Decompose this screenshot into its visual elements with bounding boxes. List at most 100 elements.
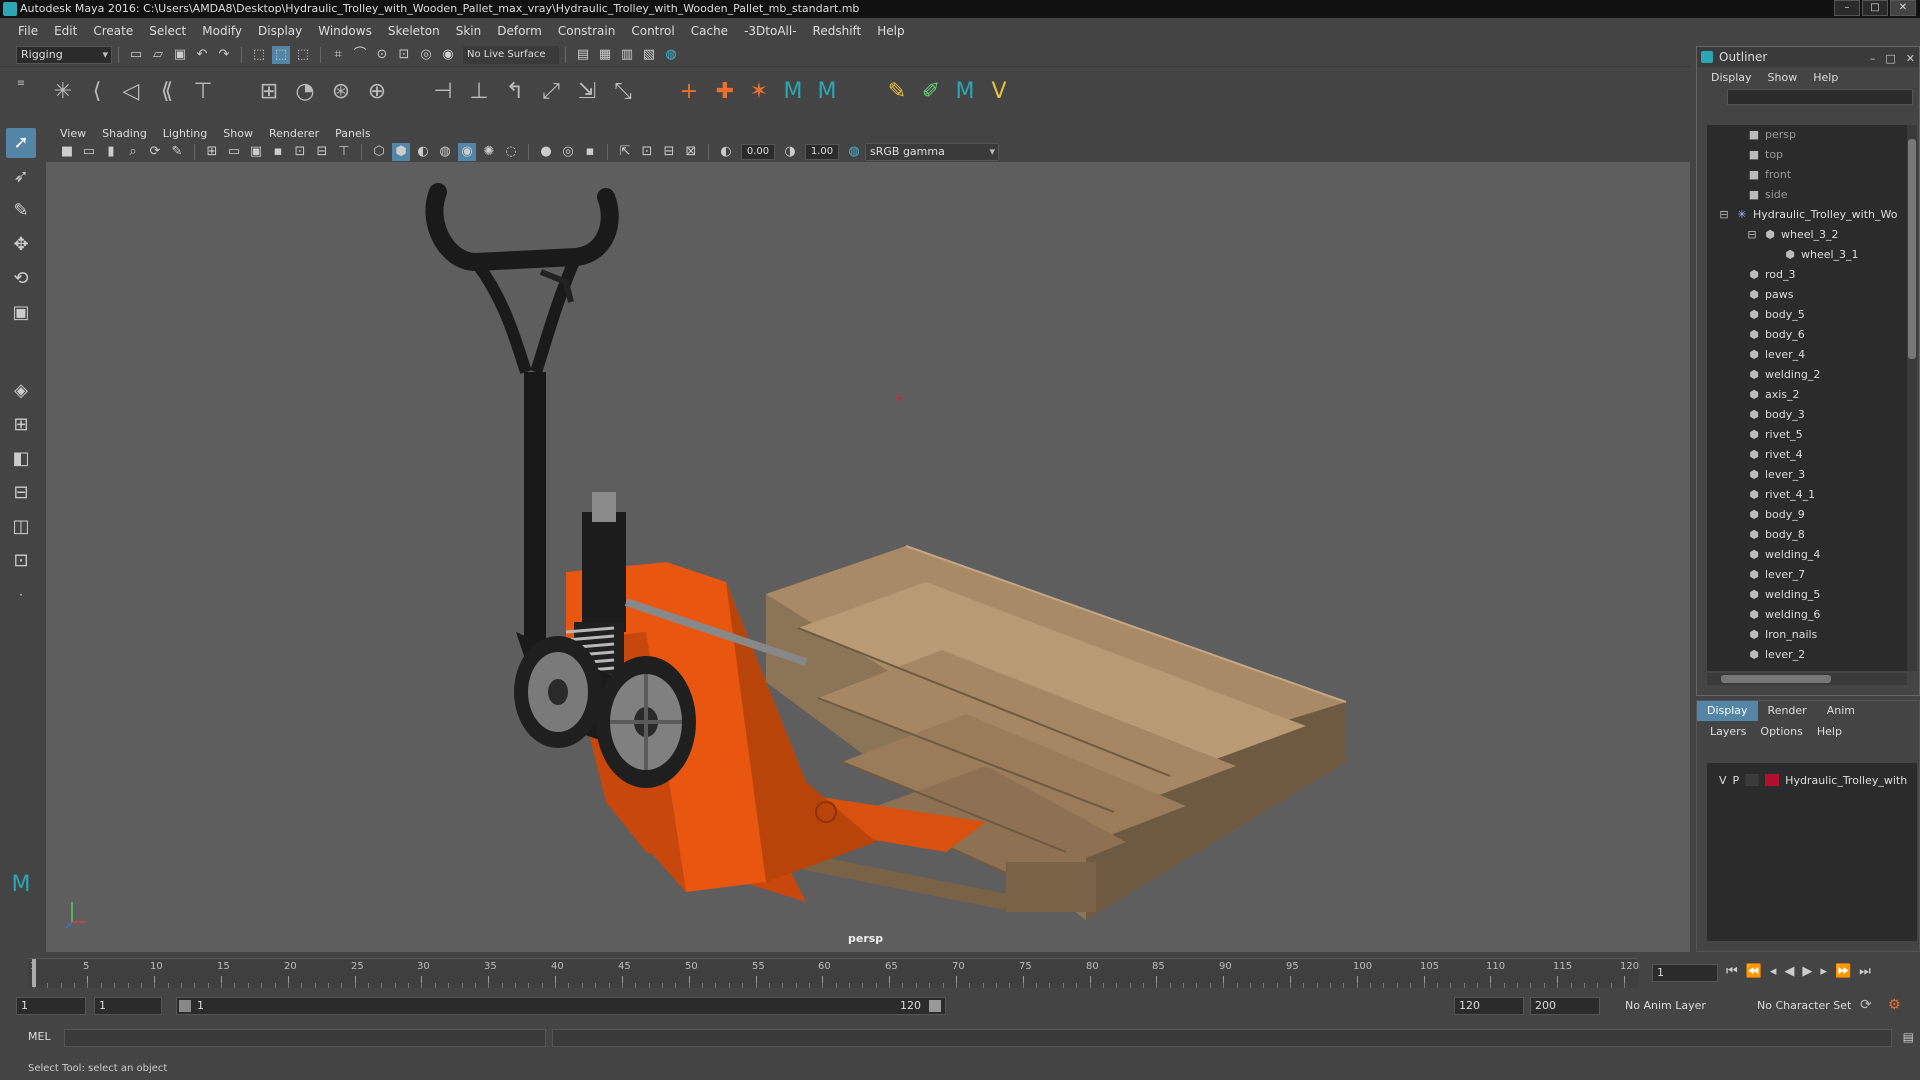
current-frame-field[interactable]: 1 — [1652, 964, 1718, 982]
ik-handle-icon[interactable]: ⟨ — [82, 77, 112, 107]
menu-skin[interactable]: Skin — [448, 24, 490, 38]
outliner-item[interactable]: ⬢ Iron_nails — [1707, 625, 1907, 645]
ambient-occlusion-icon[interactable]: ◌ — [502, 143, 520, 161]
orient-constraint-icon[interactable]: ↰ — [500, 77, 530, 107]
save-scene-icon[interactable]: ▣ — [171, 46, 189, 64]
go-to-end-icon[interactable]: ⏭ — [1859, 964, 1871, 979]
outliner-item[interactable]: ⬢ rivet_4_1 — [1707, 485, 1907, 505]
outliner-item[interactable]: ⬢ paws — [1707, 285, 1907, 305]
parent-constraint-icon[interactable]: ⇲ — [572, 77, 602, 107]
outliner-item[interactable]: ⬢ welding_4 — [1707, 545, 1907, 565]
mocap-icon[interactable]: M — [950, 77, 980, 107]
collapse-icon[interactable]: ⊟ — [1717, 205, 1731, 225]
select-by-object-icon[interactable]: ⬚ — [272, 46, 290, 64]
outliner-item[interactable]: ⬢ rivet_5 — [1707, 425, 1907, 445]
depth-of-field-icon[interactable]: ▪ — [581, 143, 599, 161]
play-backwards-icon[interactable]: ◀ — [1784, 964, 1794, 979]
exposure-field[interactable]: 0.00 — [741, 144, 775, 160]
menu-cache[interactable]: Cache — [683, 24, 736, 38]
layer-tab-anim[interactable]: Anim — [1817, 701, 1865, 721]
camera-icon[interactable]: ■ — [58, 143, 76, 161]
outliner-item[interactable]: ⬢ lever_7 — [1707, 565, 1907, 585]
character-set-dropdown[interactable]: No Character Set — [1752, 997, 1872, 1015]
exposure-icon[interactable]: ◐ — [717, 143, 735, 161]
menu-help[interactable]: Help — [869, 24, 912, 38]
layer-color-swatch[interactable] — [1765, 774, 1780, 786]
menu-constrain[interactable]: Constrain — [550, 24, 624, 38]
play-forwards-icon[interactable]: ▶ — [1802, 964, 1812, 979]
layer-menu-options[interactable]: Options — [1753, 725, 1809, 738]
new-scene-icon[interactable]: ▭ — [127, 46, 145, 64]
move-tool-icon[interactable]: ✥ — [6, 230, 36, 260]
ipr-render-icon[interactable]: ▥ — [618, 46, 636, 64]
panel-menu-view[interactable]: View — [52, 127, 94, 140]
point-constraint-icon[interactable]: ⊣ — [428, 77, 458, 107]
snap-grid-icon[interactable]: ⌗ — [329, 46, 347, 64]
outliner-menu-help[interactable]: Help — [1805, 71, 1846, 84]
hik-icon[interactable]: M — [778, 77, 808, 107]
menu-windows[interactable]: Windows — [310, 24, 380, 38]
wireframe-on-shaded-icon[interactable]: ◐ — [414, 143, 432, 161]
gamma-field[interactable]: 1.00 — [805, 144, 839, 160]
layout-options-icon[interactable]: · — [6, 580, 36, 610]
layer-type-toggle[interactable] — [1745, 774, 1760, 786]
outliner-vertical-scrollbar[interactable] — [1907, 125, 1917, 671]
outliner-item[interactable]: ⬢ rivet_4 — [1707, 445, 1907, 465]
menu-set-dropdown[interactable]: Rigging — [16, 46, 112, 64]
script-editor-icon[interactable]: ▤ — [1903, 1030, 1914, 1044]
snap-curve-icon[interactable]: ⌒ — [351, 46, 369, 64]
scrollbar-thumb[interactable] — [1721, 675, 1831, 683]
shelf-options-icon[interactable]: ≡ — [14, 77, 28, 107]
safe-title-icon[interactable]: ⊤ — [335, 143, 353, 161]
wireframe-icon[interactable]: ⬡ — [370, 143, 388, 161]
rotate-tool-icon[interactable]: ⟲ — [6, 264, 36, 294]
menu-edit[interactable]: Edit — [46, 24, 85, 38]
hypershade-layout-icon[interactable]: ⊡ — [6, 546, 36, 576]
outliner-item[interactable]: ⬢ lever_3 — [1707, 465, 1907, 485]
menu-create[interactable]: Create — [85, 24, 141, 38]
xray-icon[interactable]: ⊡ — [638, 143, 656, 161]
lasso-tool-icon[interactable]: ➶ — [6, 162, 36, 192]
outliner-item[interactable]: ⬢ lever_4 — [1707, 345, 1907, 365]
insert-joint-icon[interactable]: ⟪ — [152, 77, 182, 107]
auto-key-icon[interactable]: ⟳ — [1860, 997, 1872, 1013]
outliner-item[interactable]: ⬢ body_9 — [1707, 505, 1907, 525]
panel-menu-lighting[interactable]: Lighting — [155, 127, 215, 140]
snap-point-icon[interactable]: ⊙ — [373, 46, 391, 64]
script-type-label[interactable]: MEL — [28, 1030, 51, 1043]
layer-tab-display[interactable]: Display — [1697, 701, 1758, 721]
step-back-key-icon[interactable]: ◂ — [1770, 964, 1777, 979]
textured-icon[interactable]: ◍ — [436, 143, 454, 161]
outliner-item[interactable]: ⬢ welding_2 — [1707, 365, 1907, 385]
collapse-icon[interactable]: ⊟ — [1745, 225, 1759, 245]
menu-select[interactable]: Select — [141, 24, 194, 38]
snap-view-icon[interactable]: ⊡ — [395, 46, 413, 64]
single-pane-layout-icon[interactable]: ◈ — [6, 376, 36, 406]
cluster-icon[interactable]: ⊕ — [362, 77, 392, 107]
two-pane-layout-icon[interactable]: ◧ — [6, 444, 36, 474]
image-plane-icon[interactable]: ⌕ — [124, 143, 142, 161]
field-chart-icon[interactable]: ⊡ — [291, 143, 309, 161]
live-surface-label[interactable]: No Live Surface — [463, 46, 559, 64]
menu-file[interactable]: File — [10, 24, 46, 38]
panel-menu-shading[interactable]: Shading — [94, 127, 155, 140]
animation-start-field[interactable]: 1 — [16, 997, 86, 1015]
menu-modify[interactable]: Modify — [194, 24, 250, 38]
minimize-icon[interactable]: – — [1834, 0, 1860, 16]
layer-playback-toggle[interactable]: P — [1733, 774, 1740, 787]
range-slider[interactable]: 1 120 — [176, 997, 946, 1015]
joint-tool-icon[interactable]: ✳ — [48, 77, 78, 107]
go-to-start-icon[interactable]: ⏮ — [1726, 964, 1738, 979]
pole-vector-icon[interactable]: ⤡ — [608, 77, 638, 107]
gamma-icon[interactable]: ◑ — [781, 143, 799, 161]
viewport-persp[interactable]: + persp — [46, 162, 1690, 952]
outliner-menu-display[interactable]: Display — [1703, 71, 1760, 84]
four-pane-layout-icon[interactable]: ⊞ — [6, 410, 36, 440]
layer-menu-layers[interactable]: Layers — [1703, 725, 1753, 738]
outliner-item[interactable]: ⬢ welding_5 — [1707, 585, 1907, 605]
color-space-dropdown[interactable]: sRGB gamma — [865, 143, 999, 161]
menu-skeleton[interactable]: Skeleton — [380, 24, 448, 38]
outliner-item[interactable]: ⬢ body_5 — [1707, 305, 1907, 325]
paint-select-icon[interactable]: ✎ — [6, 196, 36, 226]
outliner-list[interactable]: ■ persp ■ top ■ front ■ side ⊟ ✳ Hydraulic_Trolley… — [1707, 125, 1907, 671]
